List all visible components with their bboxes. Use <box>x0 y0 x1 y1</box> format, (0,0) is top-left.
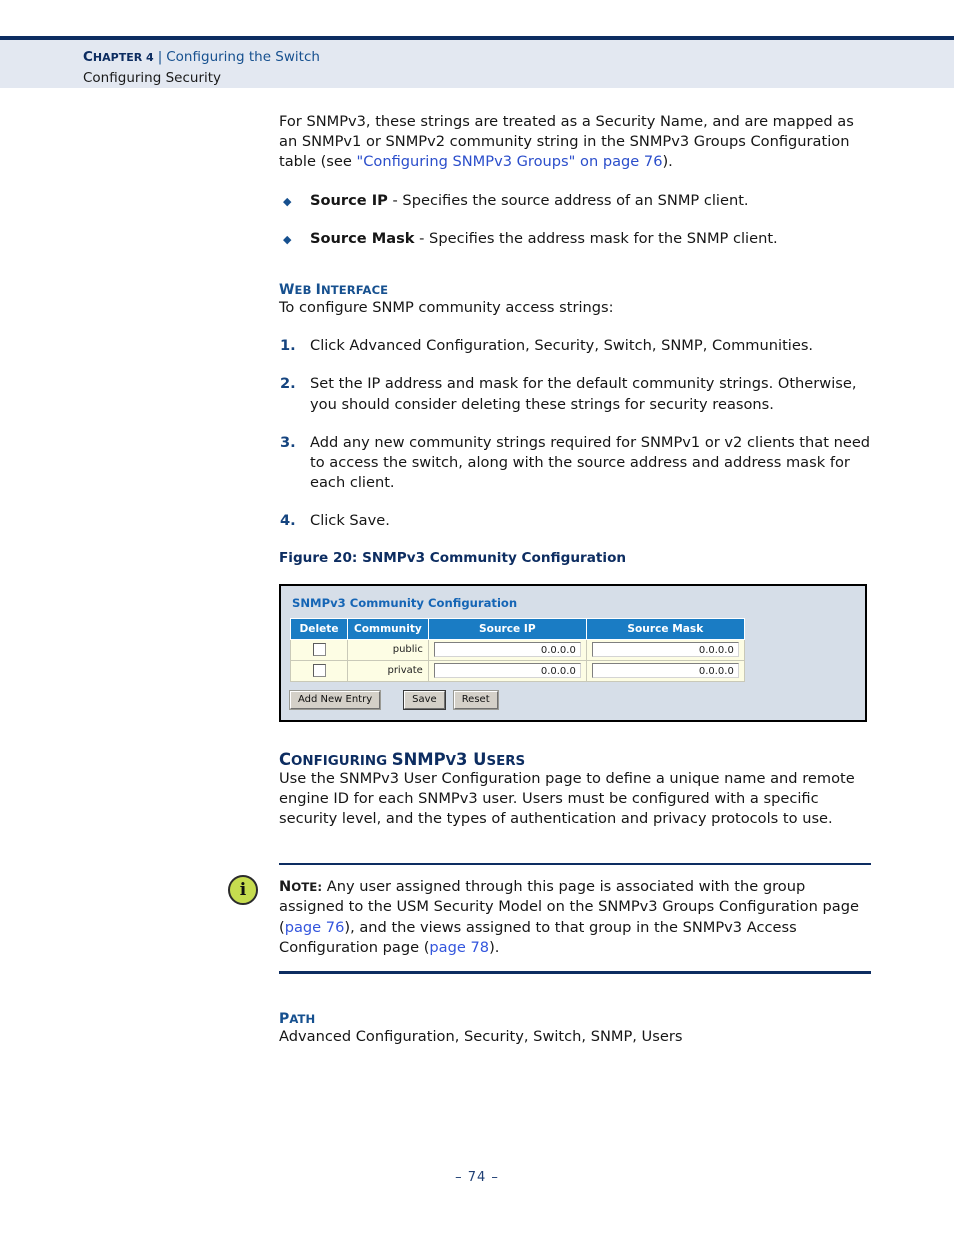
delete-cell <box>290 638 348 661</box>
bullet-term-source-ip: Source IP <box>310 191 388 209</box>
step-number: 2. <box>280 375 296 393</box>
page-content: For SNMPv3, these strings are treated as… <box>228 112 871 1047</box>
column-header-delete: Delete <box>290 617 348 640</box>
diamond-bullet-icon: ◆ <box>283 232 292 246</box>
web-interface-steps: 1. Click Advanced Configuration, Securit… <box>279 336 871 531</box>
community-cell: private <box>347 659 429 682</box>
source-mask-cell: 0.0.0.0 <box>585 659 745 682</box>
step-number: 3. <box>280 433 296 451</box>
list-item: 2. Set the IP address and mask for the d… <box>279 374 871 414</box>
source-ip-cell: 0.0.0.0 <box>427 659 587 682</box>
header-separator: | <box>157 49 163 65</box>
app-panel-title: SNMPv3 Community Configuration <box>292 595 518 610</box>
list-item: 1. Click Advanced Configuration, Securit… <box>279 336 871 356</box>
web-interface-heading: WEB INTERFACE <box>279 282 389 299</box>
table-row: private 0.0.0.0 0.0.0.0 <box>290 659 745 682</box>
community-table: Delete Community Source IP Source Mask p… <box>290 617 745 682</box>
table-row: public 0.0.0.0 0.0.0.0 <box>290 638 745 661</box>
note-text-3: ). <box>489 938 500 956</box>
users-section-body: Use the SNMPv3 User Configuration page t… <box>279 769 855 828</box>
intro-paragraph: For SNMPv3, these strings are treated as… <box>279 112 871 173</box>
list-item: ◆ Source Mask - Specifies the address ma… <box>279 229 871 249</box>
table-header-row: Delete Community Source IP Source Mask <box>290 617 745 640</box>
page-running-header: CHAPTER 4 | Configuring the Switch Configu… <box>0 36 954 88</box>
community-cell: public <box>347 638 429 661</box>
add-new-entry-button[interactable]: Add New Entry <box>290 690 381 709</box>
source-mask-input[interactable]: 0.0.0.0 <box>591 663 739 679</box>
source-mask-input[interactable]: 0.0.0.0 <box>591 642 739 658</box>
step-text: Click Save. <box>310 512 390 530</box>
source-ip-input[interactable]: 0.0.0.0 <box>433 642 581 658</box>
header-chapter-title: Configuring the Switch <box>166 49 320 65</box>
list-item: ◆ Source IP - Specifies the source addre… <box>279 191 871 211</box>
diamond-bullet-icon: ◆ <box>283 194 292 208</box>
source-ip-input[interactable]: 0.0.0.0 <box>433 663 581 679</box>
section-heading-configuring-snmpv3-users: CONFIGURING SNMPV3 USERS <box>279 749 526 769</box>
link-page-76[interactable]: page 76 <box>285 919 345 936</box>
note-rule-bottom <box>279 971 871 975</box>
source-ip-cell: 0.0.0.0 <box>427 638 587 661</box>
bullet-term-source-mask: Source Mask <box>310 229 415 247</box>
column-header-source-mask: Source Mask <box>585 617 745 640</box>
delete-checkbox[interactable] <box>312 643 326 657</box>
note-text-2: ), and the views assigned to that group … <box>279 918 797 956</box>
column-header-source-ip: Source IP <box>427 617 587 640</box>
bullet-desc-source-ip: - Specifies the source address of an SNM… <box>387 191 749 209</box>
path-heading: PATH <box>279 1011 316 1028</box>
header-section-title: Configuring Security <box>83 70 222 86</box>
figure-snmpv3-community-configuration: SNMPv3 Community Configuration Delete Co… <box>279 583 867 722</box>
info-icon: i <box>228 875 258 906</box>
list-item: 4. Click Save. <box>279 511 871 531</box>
save-button[interactable]: Save <box>404 690 445 709</box>
list-item: 3. Add any new community strings require… <box>279 433 871 494</box>
header-chapter-line: CHAPTER 4 | Configuring the Switch <box>83 49 320 65</box>
figure-caption: Figure 20: SNMPv3 Community Configuratio… <box>279 549 627 566</box>
bullet-desc-source-mask: - Specifies the address mask for the SNM… <box>414 229 778 247</box>
path-value: Advanced Configuration, Security, Switch… <box>279 1028 683 1046</box>
delete-checkbox[interactable] <box>312 664 326 678</box>
chapter-label: CHAPTER 4 <box>83 49 154 65</box>
link-configuring-snmpv3-groups[interactable]: "Configuring SNMPv3 Groups" on page 76 <box>357 153 663 170</box>
app-button-row: Add New Entry Save Reset <box>290 690 865 709</box>
reset-button[interactable]: Reset <box>453 690 498 709</box>
step-number: 4. <box>280 512 296 530</box>
step-number: 1. <box>280 337 296 355</box>
delete-cell <box>290 659 348 682</box>
parameter-bullet-list: ◆ Source IP - Specifies the source addre… <box>279 191 871 249</box>
column-header-community: Community <box>347 617 429 640</box>
note-body: NOTE: Any user assigned through this pag… <box>279 865 871 971</box>
note-label: NOTE: <box>279 878 323 896</box>
page-footer: – 74 – <box>455 1170 499 1185</box>
note-callout: i NOTE: Any user assigned through this p… <box>228 863 871 975</box>
link-page-78[interactable]: page 78 <box>429 939 489 956</box>
step-text: Click Advanced Configuration, Security, … <box>310 337 814 355</box>
step-text: Add any new community strings required f… <box>310 433 871 492</box>
source-mask-cell: 0.0.0.0 <box>585 638 745 661</box>
web-interface-leadin: To configure SNMP community access strin… <box>279 299 614 317</box>
step-text: Set the IP address and mask for the defa… <box>310 375 857 413</box>
intro-text-after: ). <box>662 153 673 171</box>
